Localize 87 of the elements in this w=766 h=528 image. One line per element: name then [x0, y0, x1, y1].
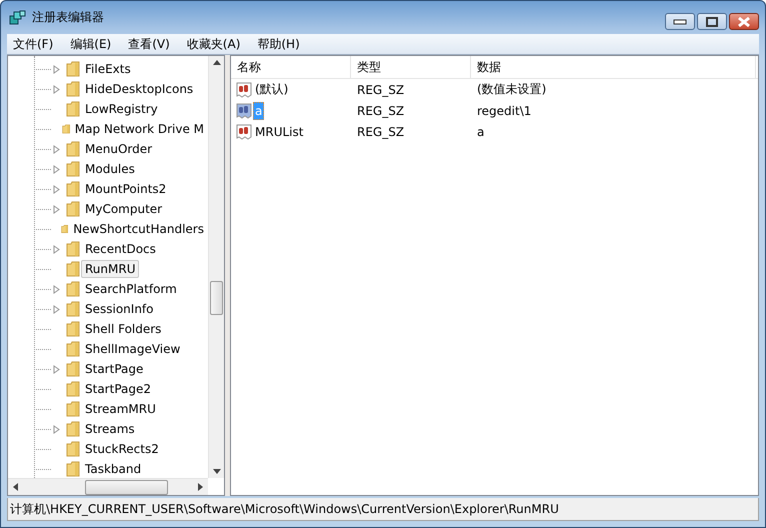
- tree-item[interactable]: Shell Folders: [81, 320, 166, 338]
- registry-path: 计算机\HKEY_CURRENT_USER\Software\Microsoft\Windows\CurrentVersion\Explorer\RunMRU: [10, 500, 559, 518]
- folder-icon: [66, 241, 80, 257]
- menu-item[interactable]: 文件(F): [13, 36, 62, 52]
- value-name[interactable]: (默认): [253, 79, 290, 100]
- minimize-icon: [673, 18, 687, 24]
- column-header[interactable]: 数据: [471, 56, 756, 78]
- value-type: REG_SZ: [356, 82, 406, 96]
- expand-arrow-icon[interactable]: [53, 424, 60, 434]
- folder-icon: [66, 341, 80, 357]
- tree-item[interactable]: RecentDocs: [81, 240, 160, 258]
- column-header[interactable]: 名称: [231, 56, 351, 78]
- tree-item[interactable]: Map Network Drive M: [70, 120, 208, 138]
- menu-item[interactable]: 帮助(H): [257, 36, 309, 52]
- folder-icon: [66, 361, 80, 377]
- scroll-left-icon[interactable]: [13, 483, 18, 491]
- expand-arrow-icon[interactable]: [53, 244, 60, 254]
- tree-item[interactable]: MyComputer: [81, 200, 166, 218]
- menu-item[interactable]: 编辑(E): [70, 36, 120, 52]
- expand-arrow-icon[interactable]: [53, 284, 60, 294]
- scroll-right-icon[interactable]: [198, 483, 203, 491]
- folder-icon: [66, 81, 80, 97]
- folder-icon: [66, 141, 80, 157]
- tree-item[interactable]: StreamMRU: [81, 400, 160, 418]
- maximize-button[interactable]: [697, 13, 727, 30]
- tree-item[interactable]: LowRegistry: [81, 100, 162, 118]
- expand-arrow-icon[interactable]: [53, 64, 60, 74]
- string-value-icon: [236, 82, 252, 98]
- scroll-thumb[interactable]: [210, 281, 223, 315]
- tree-item[interactable]: ShellImageView: [81, 340, 184, 358]
- tree-item[interactable]: Taskband: [81, 460, 146, 478]
- scroll-down-icon[interactable]: [212, 469, 220, 474]
- folder-icon: [66, 181, 80, 197]
- folder-icon: [66, 421, 80, 437]
- expand-arrow-icon[interactable]: [53, 364, 60, 374]
- tree-item[interactable]: SearchPlatform: [81, 280, 181, 298]
- horizontal-scrollbar[interactable]: [8, 478, 208, 495]
- minimize-button[interactable]: [665, 13, 695, 30]
- folder-icon: [66, 441, 80, 457]
- tree-item[interactable]: StartPage: [81, 360, 148, 378]
- value-name[interactable]: MRUList: [253, 122, 306, 140]
- folder-icon: [66, 101, 80, 117]
- expand-arrow-icon[interactable]: [53, 164, 60, 174]
- scroll-thumb[interactable]: [85, 480, 168, 494]
- value-data: (数值未设置): [476, 81, 548, 98]
- folder-icon: [66, 381, 80, 397]
- tree-item[interactable]: RunMRU: [81, 260, 140, 278]
- column-header[interactable]: 类型: [351, 56, 471, 78]
- menu-item[interactable]: 查看(V): [128, 36, 179, 52]
- folder-icon: [66, 61, 80, 77]
- tree-item[interactable]: FileExts: [81, 60, 135, 78]
- tree-item[interactable]: NewShortcutHandlers: [69, 220, 208, 238]
- expand-arrow-icon[interactable]: [53, 184, 60, 194]
- tree-item[interactable]: StuckRects2: [81, 440, 163, 458]
- tree-item[interactable]: HideDesktopIcons: [81, 80, 198, 98]
- registry-cubes-icon: [9, 10, 27, 26]
- value-type: REG_SZ: [356, 104, 406, 118]
- menu-item[interactable]: 收藏夹(A): [186, 36, 250, 52]
- expand-arrow-icon[interactable]: [53, 144, 60, 154]
- folder-icon: [66, 401, 80, 417]
- tree-item[interactable]: StartPage2: [81, 380, 155, 398]
- folder-icon: [66, 461, 80, 477]
- folder-icon: [66, 201, 80, 217]
- string-value-icon: [236, 124, 252, 140]
- folder-icon: [66, 301, 80, 317]
- close-icon: [736, 16, 752, 28]
- value-data: regedit\1: [476, 104, 532, 118]
- tree-item[interactable]: Streams: [81, 420, 139, 438]
- tree-item[interactable]: Modules: [81, 160, 139, 178]
- maximize-icon: [705, 16, 719, 26]
- folder-icon: [66, 281, 80, 297]
- tree-item[interactable]: SessionInfo: [81, 300, 158, 318]
- close-button[interactable]: [729, 13, 759, 30]
- expand-arrow-icon[interactable]: [53, 204, 60, 214]
- tree-item[interactable]: MountPoints2: [81, 180, 170, 198]
- expand-arrow-icon[interactable]: [53, 84, 60, 94]
- window-title: 注册表编辑器: [32, 9, 104, 26]
- value-data: a: [476, 124, 486, 138]
- value-type: REG_SZ: [356, 124, 406, 138]
- string-value-icon: [236, 102, 252, 118]
- folder-icon: [66, 261, 80, 277]
- scroll-up-icon[interactable]: [212, 60, 220, 65]
- folder-icon: [66, 321, 80, 337]
- vertical-scrollbar[interactable]: [208, 56, 224, 478]
- folder-icon: [66, 161, 80, 177]
- expand-arrow-icon[interactable]: [53, 304, 60, 314]
- tree-item[interactable]: MenuOrder: [81, 140, 156, 158]
